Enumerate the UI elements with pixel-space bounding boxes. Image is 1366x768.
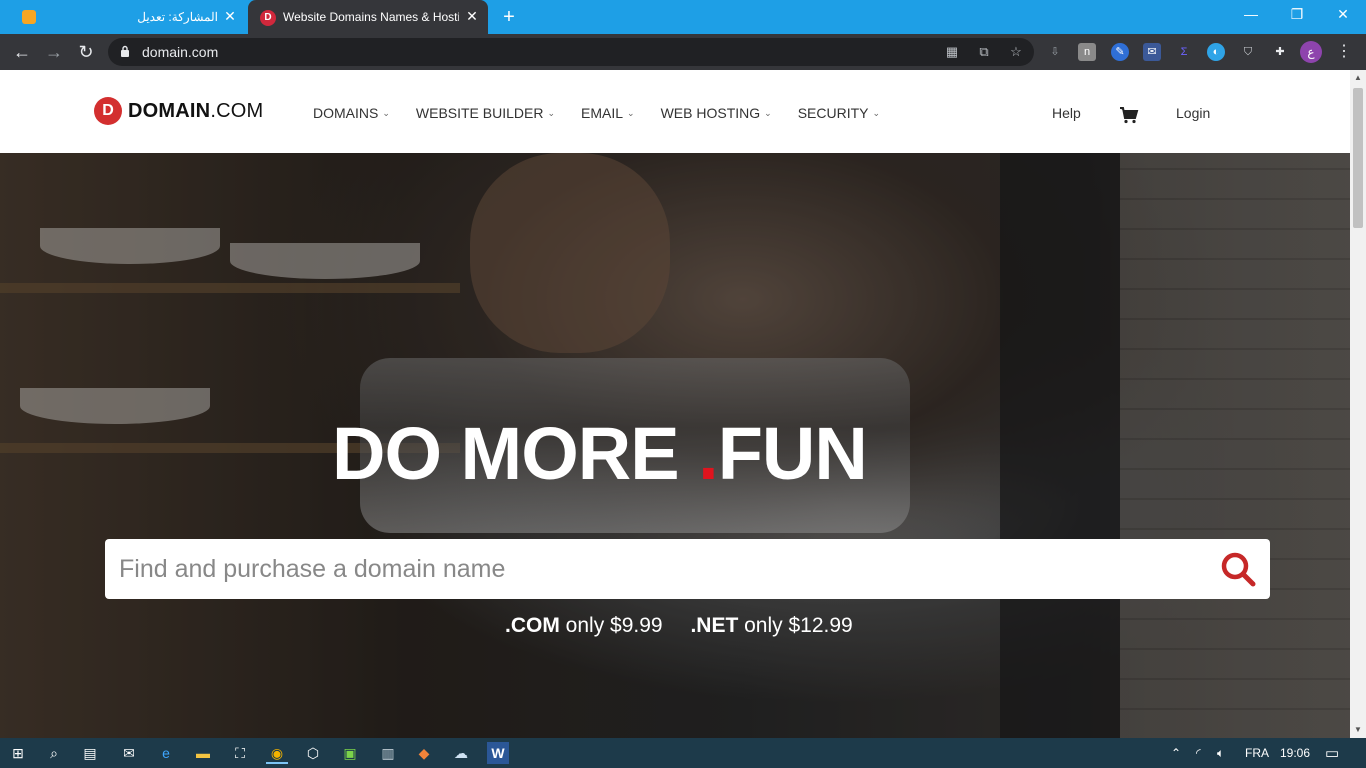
app-icon[interactable]: ☁ [450,742,472,764]
search-icon[interactable] [1220,551,1256,587]
shield-icon[interactable]: ⛉ [1239,43,1257,61]
browser-toolbar: ← → ↻ domain.com ▦ ⧉ ☆ ⇩ n ✎ ✉ Σ ◐ ⛉ ✚ ع… [0,34,1366,70]
scroll-up-icon[interactable]: ▲ [1353,73,1363,83]
folder-icon[interactable]: ▬ [192,742,214,764]
back-button[interactable]: ← [10,40,34,64]
extension-icon[interactable]: n [1078,43,1096,61]
close-icon[interactable]: ✕ [222,8,238,24]
page-scrollbar[interactable]: ▲ ▼ [1350,70,1366,738]
domain-search-box [105,539,1270,599]
notification-icon[interactable]: ▭ [1325,744,1339,762]
browser-titlebar: المشاركة: تعديل ✕ D Website Domains Name… [0,0,1366,34]
extension-icon[interactable]: Σ [1175,43,1193,61]
site-header: D DOMAIN.COM DOMAINS ⌄ WEBSITE BUILDER ⌄ E… [0,70,1350,153]
extension-icon[interactable]: ✉ [1143,43,1161,61]
nav-website-builder[interactable]: WEBSITE BUILDER ⌄ [416,105,555,121]
store-icon[interactable]: ⛶ [229,742,251,764]
bookmark-star-icon[interactable]: ☆ [1008,44,1024,60]
task-view-icon[interactable]: ▤ [79,742,101,764]
net-price: only $12.99 [744,614,853,637]
chevron-down-icon: ⌄ [382,107,390,118]
qr-code-icon[interactable]: ▦ [944,44,960,60]
main-nav: DOMAINS ⌄ WEBSITE BUILDER ⌄ EMAIL ⌄ WEB HOS… [313,105,906,121]
chevron-down-icon: ⌄ [872,107,881,118]
scrollbar-thumb[interactable] [1353,88,1363,228]
word-icon[interactable]: W [487,742,509,764]
nav-email[interactable]: EMAIL ⌄ [581,105,635,121]
web-page: D DOMAIN.COM DOMAINS ⌄ WEBSITE BUILDER ⌄ E… [0,70,1350,738]
help-link[interactable]: Help [1052,105,1081,121]
3d-viewer-icon[interactable]: ⬡ [302,742,324,764]
nav-domains[interactable]: DOMAINS ⌄ [313,105,390,121]
tab-domain[interactable]: D Website Domains Names & Hosting ✕ [248,0,488,34]
app-icon[interactable]: ◆ [413,742,435,764]
tab-title: المشاركة: تعديل [137,10,218,24]
restore-button[interactable]: ❐ [1274,0,1320,30]
windows-start-icon[interactable]: ⊞ [7,742,29,764]
chrome-icon[interactable]: ◉ [266,742,288,764]
translate-icon[interactable]: ⧉ [976,44,992,60]
pricing-line: .COM only $9.99 .NET only $12.99 [505,614,853,638]
notepad-icon[interactable]: ▥ [377,742,399,764]
volume-icon[interactable]: 🔈︎ [1217,746,1224,761]
domain-logo[interactable]: D DOMAIN.COM [94,97,263,125]
nav-web-hosting[interactable]: WEB HOSTING ⌄ [661,105,772,121]
edge-icon[interactable]: e [155,742,177,764]
chevron-down-icon: ⌄ [627,107,635,118]
com-price: only $9.99 [565,614,663,637]
chevron-down-icon: ⌄ [547,107,556,118]
language-indicator[interactable]: FRA [1245,746,1269,760]
domain-search-input[interactable] [119,549,1209,589]
cart-icon[interactable] [1119,106,1139,124]
blogger-icon [22,10,36,24]
hero-headline: DO MORE .FUN [332,412,868,495]
minimize-button[interactable]: — [1228,0,1274,30]
net-tld: .NET [690,614,739,637]
chevron-up-icon[interactable]: ⌃ [1171,746,1181,760]
kebab-menu-icon[interactable]: ⋮ [1336,40,1352,64]
scroll-down-icon[interactable]: ▼ [1353,725,1363,735]
mail-icon[interactable]: ✉ [118,742,140,764]
tab-blogger[interactable]: المشاركة: تعديل ✕ [8,0,246,34]
app-icon[interactable]: ▣ [339,742,361,764]
avatar[interactable]: ع [1300,41,1322,63]
download-extension-icon[interactable]: ⇩ [1046,43,1064,61]
forward-button[interactable]: → [42,40,66,64]
url-text: domain.com [142,44,219,60]
windows-taskbar: ⊞ ⌕ ▤ ✉ e ▬ ⛶ ◉ ⬡ ▣ ▥ ◆ ☁ W ⌃ ◜ 🔈︎ FRA 1… [0,738,1366,768]
domain-icon: D [260,10,276,26]
login-link[interactable]: Login [1176,105,1210,121]
address-bar[interactable]: domain.com ▦ ⧉ ☆ [108,38,1034,66]
puzzle-icon[interactable]: ✚ [1271,43,1289,61]
close-window-button[interactable]: ✕ [1320,0,1366,30]
new-tab-button[interactable]: + [498,6,520,28]
extension-icon[interactable]: ✎ [1111,43,1129,61]
logo-mark: D [94,97,122,125]
clock[interactable]: 19:06 [1280,746,1310,760]
tab-title: Website Domains Names & Hosting [283,10,459,24]
hero-section: DO MORE .FUN .COM only $9.99 .NET only $… [0,153,1350,738]
search-icon[interactable]: ⌕ [43,742,65,764]
com-tld: .COM [505,614,560,637]
lock-icon [121,45,129,57]
reload-button[interactable]: ↻ [74,40,98,64]
close-icon[interactable]: ✕ [464,8,480,24]
nav-security[interactable]: SECURITY ⌄ [798,105,880,121]
logo-wordmark: DOMAIN.COM [128,99,264,122]
extension-icon[interactable]: ◐ [1207,43,1225,61]
chevron-down-icon: ⌄ [764,107,772,118]
wifi-icon[interactable]: ◜ [1196,746,1201,760]
